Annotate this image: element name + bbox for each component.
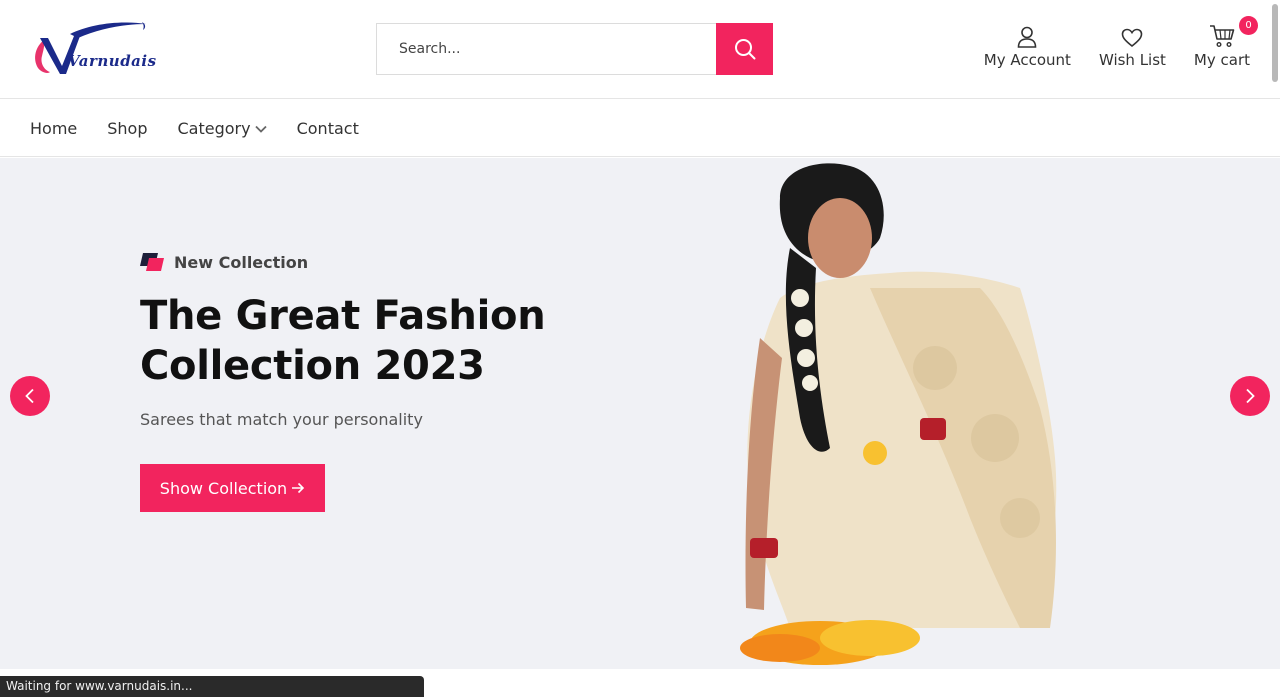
arrow-right-icon	[292, 482, 305, 494]
hero-subtitle: Sarees that match your personality	[140, 410, 423, 429]
heart-icon	[1122, 28, 1143, 48]
logo-mark-icon	[35, 22, 146, 74]
search-button[interactable]	[716, 23, 773, 75]
chevron-left-icon	[25, 388, 34, 404]
cart-icon	[1209, 25, 1235, 48]
hero-tag: New Collection	[140, 252, 308, 272]
wish-list-label: Wish List	[1098, 51, 1166, 69]
nav-item-contact[interactable]: Contact	[297, 119, 359, 138]
my-account-link[interactable]: My Account	[984, 22, 1071, 72]
my-cart-label: My cart	[1193, 51, 1250, 69]
search-bar	[376, 23, 773, 75]
nav-contact-label: Contact	[296, 119, 359, 138]
show-collection-button[interactable]: Show Collection	[140, 464, 325, 512]
tag-icon	[140, 253, 164, 271]
hero-title: The Great Fashion Collection 2023	[140, 293, 546, 389]
chevron-right-icon	[1246, 388, 1255, 404]
nav-item-home[interactable]: Home	[30, 119, 77, 138]
wish-list-link[interactable]: Wish List	[1099, 22, 1166, 72]
nav-category-label: Category	[177, 119, 251, 138]
my-cart-link[interactable]: My cart 0	[1193, 16, 1258, 72]
search-icon	[734, 39, 755, 60]
brand-logo[interactable]: Varnudais	[30, 18, 156, 80]
header-actions: My Account Wish List My cart 0	[984, 16, 1258, 72]
main-nav: Home Shop Category Contact	[0, 100, 1280, 157]
slider-next-button[interactable]	[1230, 376, 1270, 416]
chevron-down-icon	[254, 125, 267, 133]
slider-prev-button[interactable]	[10, 376, 50, 416]
cart-count-badge: 0	[1239, 16, 1258, 35]
browser-status-bar: Waiting for www.varnudais.in...	[0, 676, 424, 697]
nav-item-category[interactable]: Category	[178, 119, 267, 138]
nav-shop-label: Shop	[107, 119, 148, 138]
logo-text: Varnudais	[68, 52, 157, 70]
scrollbar-thumb[interactable]	[1272, 4, 1278, 82]
search-input[interactable]	[376, 23, 716, 75]
my-account-label: My Account	[983, 51, 1071, 69]
nav-item-shop[interactable]: Shop	[107, 119, 147, 138]
user-icon	[1018, 26, 1037, 48]
nav-home-label: Home	[30, 119, 78, 138]
hero-model-image	[740, 163, 1057, 665]
page-scrollbar[interactable]	[1270, 0, 1280, 697]
hero-tag-text: New Collection	[174, 252, 309, 272]
hero-slider: New Collection The Great Fashion Collect…	[0, 158, 1280, 669]
site-header: Varnudais My Account	[0, 0, 1280, 99]
show-collection-label: Show Collection	[159, 478, 288, 498]
